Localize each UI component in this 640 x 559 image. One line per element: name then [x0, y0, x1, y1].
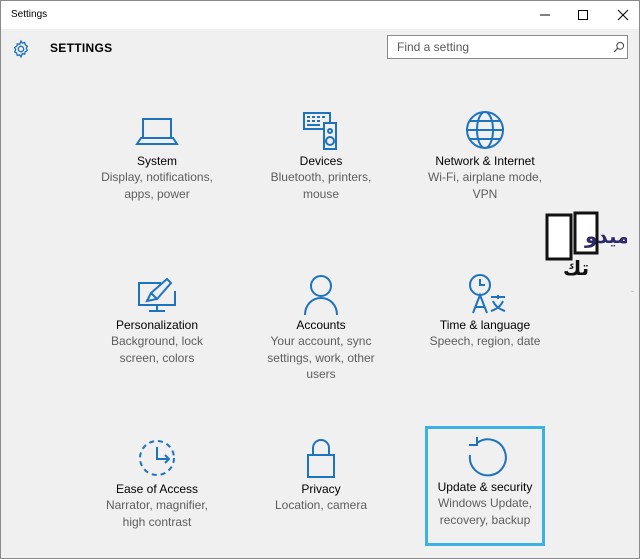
tile-label: System	[136, 154, 177, 168]
globe-icon	[466, 111, 504, 149]
lock-icon	[307, 439, 335, 478]
person-icon	[304, 275, 338, 315]
tile-accounts[interactable]: Accounts Your account, sync settings, wor…	[264, 267, 378, 381]
tile-description: Display, notifications, apps, power	[101, 170, 213, 201]
tile-ease-of-access[interactable]: Ease of Access Narrator, magnifier, high …	[100, 431, 214, 545]
paint-monitor-icon	[138, 277, 176, 312]
svg-text:تك: تك	[563, 256, 589, 280]
window-title: Settings	[11, 9, 48, 20]
tile-privacy[interactable]: Privacy Location, camera	[264, 431, 378, 545]
tile-system[interactable]: System Display, notifications, apps, powe…	[100, 103, 214, 217]
ease-of-access-icon	[139, 440, 175, 476]
maximize-button[interactable]	[563, 1, 603, 29]
tile-description: Windows Update, recovery, backup	[437, 496, 533, 527]
tile-update-security[interactable]: Update & security Windows Update, recover…	[425, 426, 545, 546]
tile-label: Devices	[299, 154, 343, 168]
page-title: SETTINGS	[50, 41, 113, 55]
tile-description: Your account, sync settings, work, other u…	[267, 334, 375, 381]
svg-text:ميدو: ميدو	[584, 224, 627, 248]
tile-description: Bluetooth, printers, mouse	[270, 170, 372, 201]
tile-description: Narrator, magnifier, high contrast	[105, 498, 209, 529]
minimize-button[interactable]	[525, 1, 565, 29]
gear-icon	[13, 39, 29, 59]
close-button[interactable]	[603, 1, 639, 29]
tile-description: Speech, region, date	[429, 334, 541, 348]
laptop-icon	[135, 118, 179, 145]
close-icon	[617, 9, 629, 21]
tile-personalization[interactable]: Personalization Background, lock screen, …	[100, 267, 214, 381]
watermark-logo: ميدو تك	[545, 211, 627, 280]
tile-label: Network & Internet	[435, 154, 535, 168]
tile-description: Background, lock screen, colors	[110, 334, 204, 365]
refresh-icon	[468, 437, 507, 477]
tile-devices[interactable]: Devices Bluetooth, printers, mouse	[264, 103, 378, 217]
settings-window: Settings SETTINGS System	[0, 0, 640, 559]
keyboard-speaker-icon	[303, 112, 337, 150]
tile-time-language[interactable]: Time & language Speech, region, date	[428, 267, 542, 381]
search-icon[interactable]	[613, 41, 625, 53]
tile-label: Ease of Access	[115, 482, 199, 496]
tile-label: Accounts	[296, 318, 346, 332]
tile-description: Location, camera	[274, 498, 368, 512]
tile-network-internet[interactable]: Network & Internet Wi-Fi, airplane mode,…	[428, 103, 542, 217]
maximize-icon	[578, 10, 588, 20]
title-bar[interactable]: Settings	[1, 1, 639, 29]
search-box[interactable]	[387, 35, 628, 59]
time-language-icon	[469, 274, 506, 314]
tile-label: Time & language	[439, 318, 531, 332]
scrollbar-mark	[631, 291, 634, 292]
minimize-icon	[540, 14, 550, 16]
tile-label: Personalization	[115, 318, 199, 332]
search-input[interactable]	[388, 36, 603, 58]
tile-label: Update & security	[437, 480, 533, 494]
tile-description: Wi-Fi, airplane mode, VPN	[427, 170, 543, 201]
tile-label: Privacy	[301, 482, 341, 496]
